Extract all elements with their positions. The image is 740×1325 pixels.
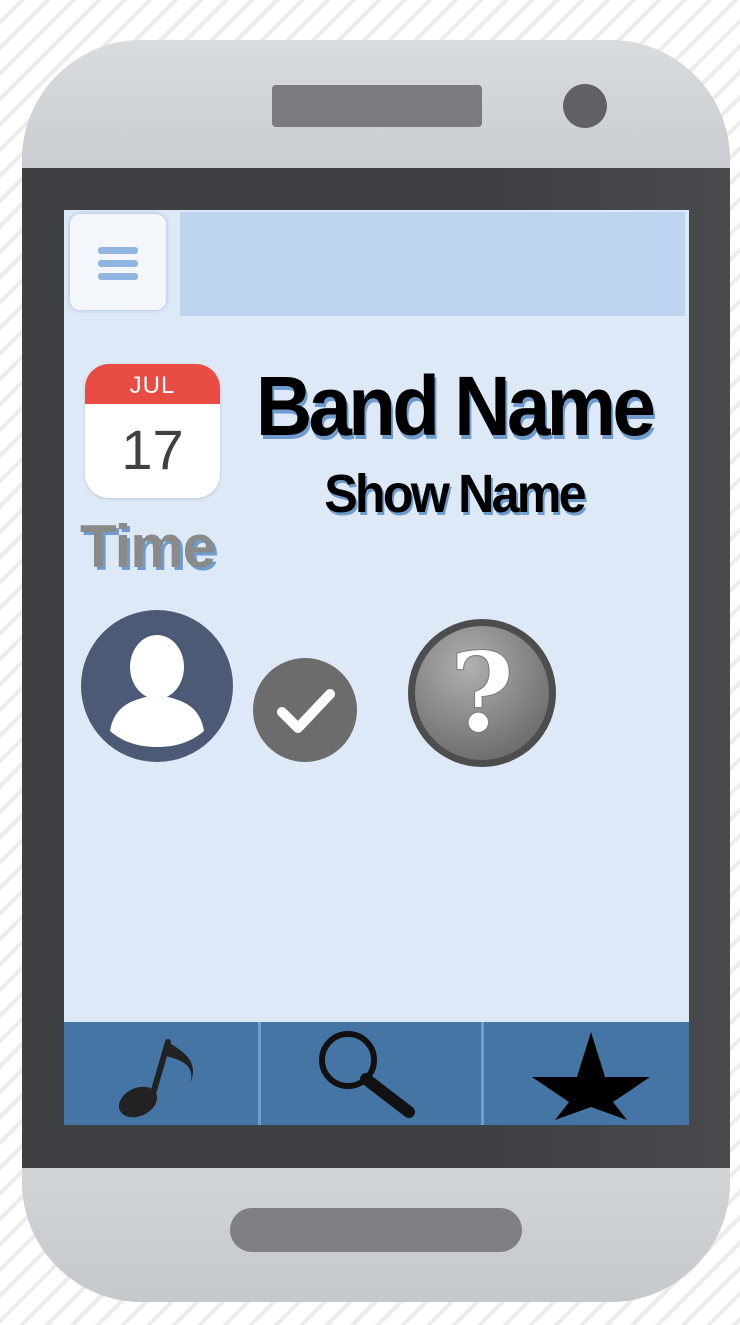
band-name-title: Band Name <box>255 359 656 453</box>
home-button[interactable] <box>230 1208 522 1252</box>
menu-button[interactable] <box>70 214 166 310</box>
show-name-subtitle: Show Name <box>324 464 586 524</box>
event-time: Time <box>80 513 216 580</box>
user-avatar-icon[interactable] <box>80 609 234 763</box>
tab-search[interactable] <box>261 1022 481 1125</box>
calendar-date: JUL 17 <box>85 364 220 498</box>
checkmark-icon[interactable] <box>252 657 358 763</box>
calendar-day: 17 <box>121 418 184 481</box>
calendar-month: JUL <box>85 364 220 404</box>
app-screen: JUL 17 Time Band Name Show Name ? <box>64 210 689 1125</box>
svg-text:?: ? <box>450 628 514 757</box>
top-app-bar <box>180 212 685 316</box>
earpiece-speaker <box>272 85 482 127</box>
search-icon <box>319 1031 415 1118</box>
tab-music[interactable] <box>64 1022 258 1125</box>
bottom-tab-bar <box>64 1022 689 1125</box>
front-camera <box>563 84 607 128</box>
question-mark-icon[interactable]: ? <box>405 616 559 770</box>
tab-favorites[interactable] <box>484 1022 689 1125</box>
music-note-icon <box>118 1039 194 1118</box>
star-icon <box>532 1032 650 1120</box>
